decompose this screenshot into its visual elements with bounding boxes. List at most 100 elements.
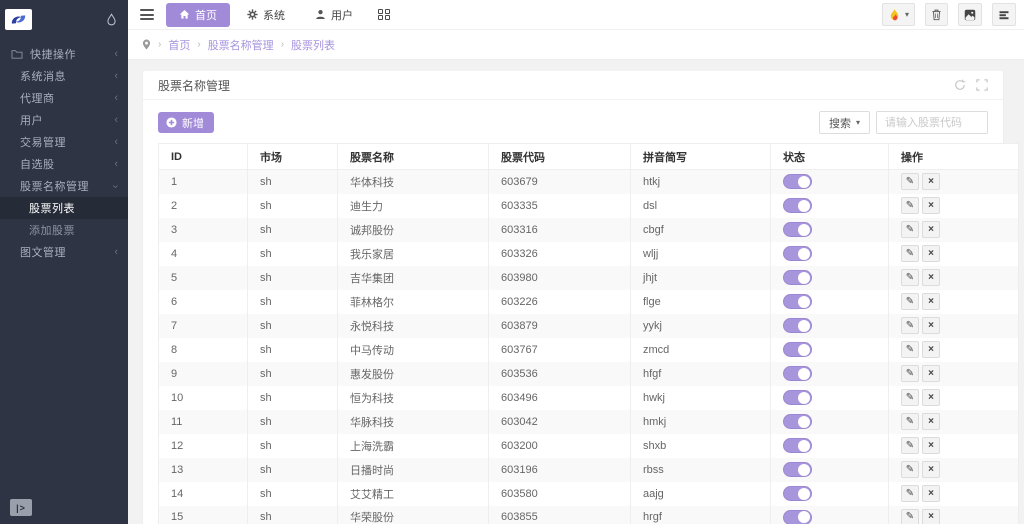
flame-theme-button[interactable]: ▾ <box>882 3 915 26</box>
edit-button[interactable]: ✎ <box>901 413 919 430</box>
toggle-knob <box>798 296 810 308</box>
status-toggle[interactable] <box>783 510 812 524</box>
column-header: 股票名称 <box>338 144 489 170</box>
delete-button[interactable]: × <box>922 413 940 430</box>
cell-pinyin: htkj <box>631 170 771 194</box>
delete-button[interactable]: × <box>922 341 940 358</box>
tab-system[interactable]: 系统 <box>234 3 298 27</box>
fullscreen-icon[interactable] <box>976 79 988 91</box>
delete-button[interactable]: × <box>922 317 940 334</box>
sidebar-menu-item[interactable]: 交易管理 ‹ <box>0 131 128 153</box>
cell-stock-name: 华荣股份 <box>338 506 489 524</box>
status-toggle[interactable] <box>783 486 812 501</box>
tab-home[interactable]: 首页 <box>166 3 230 27</box>
delete-button[interactable]: × <box>922 365 940 382</box>
delete-button[interactable]: × <box>922 485 940 502</box>
cell-pinyin: hrgf <box>631 506 771 524</box>
search-dropdown-button[interactable]: 搜索 ▾ <box>819 111 870 134</box>
cell-id: 14 <box>159 482 248 506</box>
stock-code-search-input[interactable] <box>876 111 988 134</box>
edit-button[interactable]: ✎ <box>901 341 919 358</box>
breadcrumb-link-home[interactable]: 首页 <box>168 37 190 53</box>
breadcrumb-link-stock-management[interactable]: 股票名称管理 <box>208 37 274 53</box>
sidebar-submenu-item[interactable]: 股票列表 <box>0 197 128 219</box>
edit-button[interactable]: ✎ <box>901 245 919 262</box>
add-stock-button[interactable]: 新增 <box>158 112 214 133</box>
cell-stock-name: 日播时尚 <box>338 458 489 482</box>
content-area: 股票名称管理 <box>128 61 1024 524</box>
sidebar-subitem-label: 股票列表 <box>29 200 75 216</box>
column-header: ID <box>159 144 248 170</box>
edit-button[interactable]: ✎ <box>901 221 919 238</box>
sidebar-menu-item[interactable]: 自选股 ‹ <box>0 153 128 175</box>
status-toggle[interactable] <box>783 414 812 429</box>
image-button[interactable] <box>958 3 982 26</box>
status-toggle[interactable] <box>783 270 812 285</box>
sidebar-collapse-button[interactable]: |> <box>10 499 32 516</box>
delete-button[interactable]: × <box>922 437 940 454</box>
sidebar-menu-item[interactable]: 系统消息 ‹ <box>0 65 128 87</box>
breadcrumb-link-stock-list[interactable]: 股票列表 <box>291 37 335 53</box>
sidebar-submenu-item[interactable]: 添加股票 <box>0 219 128 241</box>
delete-button[interactable]: × <box>922 509 940 524</box>
chevron-icon: ‹ <box>114 71 118 82</box>
cell-actions: ✎× <box>889 194 1019 218</box>
sidebar-menu-item[interactable]: 快捷操作 ‹ <box>0 43 128 65</box>
tab-user[interactable]: 用户 <box>302 3 366 27</box>
delete-button[interactable]: × <box>922 197 940 214</box>
delete-button[interactable]: × <box>922 221 940 238</box>
app-logo[interactable] <box>5 9 32 30</box>
sidebar-menu-item[interactable]: 图文管理 ‹ <box>0 241 128 263</box>
delete-button[interactable]: × <box>922 269 940 286</box>
tab-label: 系统 <box>263 7 285 23</box>
cell-actions: ✎× <box>889 314 1019 338</box>
status-toggle[interactable] <box>783 366 812 381</box>
navbar-actions: ▾ <box>882 3 1016 26</box>
status-toggle[interactable] <box>783 222 812 237</box>
delete-button[interactable]: × <box>922 293 940 310</box>
hamburger-menu-icon[interactable] <box>140 9 154 20</box>
search-group: 搜索 ▾ <box>819 111 988 134</box>
refresh-icon[interactable] <box>954 79 966 91</box>
status-toggle[interactable] <box>783 174 812 189</box>
edit-button[interactable]: ✎ <box>901 485 919 502</box>
cell-market: sh <box>248 266 338 290</box>
edit-button[interactable]: ✎ <box>901 509 919 524</box>
edit-button[interactable]: ✎ <box>901 365 919 382</box>
status-toggle[interactable] <box>783 294 812 309</box>
edit-button[interactable]: ✎ <box>901 173 919 190</box>
status-toggle[interactable] <box>783 246 812 261</box>
sidebar-menu-item[interactable]: 代理商 ‹ <box>0 87 128 109</box>
edit-button[interactable]: ✎ <box>901 461 919 478</box>
cell-pinyin: aajg <box>631 482 771 506</box>
edit-button[interactable]: ✎ <box>901 317 919 334</box>
delete-button[interactable]: × <box>922 245 940 262</box>
delete-button[interactable]: × <box>922 173 940 190</box>
status-toggle[interactable] <box>783 438 812 453</box>
edit-button[interactable]: ✎ <box>901 293 919 310</box>
sidebar-menu-item[interactable]: 用户 ‹ <box>0 109 128 131</box>
edit-button[interactable]: ✎ <box>901 437 919 454</box>
cell-stock-code: 603496 <box>489 386 631 410</box>
status-toggle[interactable] <box>783 318 812 333</box>
sidebar-menu-item[interactable]: 股票名称管理 ‹ <box>0 175 128 197</box>
delete-button[interactable]: × <box>922 389 940 406</box>
status-toggle[interactable] <box>783 198 812 213</box>
edit-button[interactable]: ✎ <box>901 389 919 406</box>
delete-button[interactable]: × <box>922 461 940 478</box>
panel-title: 股票名称管理 <box>158 77 230 94</box>
status-toggle[interactable] <box>783 342 812 357</box>
droplet-icon[interactable] <box>107 13 116 26</box>
list-button[interactable] <box>992 3 1016 26</box>
table-row: 15 sh 华荣股份 603855 hrgf ✎× <box>159 506 1019 524</box>
trash-button[interactable] <box>925 3 948 26</box>
edit-button[interactable]: ✎ <box>901 197 919 214</box>
edit-button[interactable]: ✎ <box>901 269 919 286</box>
cell-stock-name: 华体科技 <box>338 170 489 194</box>
apps-grid-icon[interactable] <box>378 9 390 21</box>
gear-icon <box>247 9 258 20</box>
table-toolbar: 新增 搜索 ▾ <box>143 111 1003 134</box>
status-toggle[interactable] <box>783 390 812 405</box>
status-toggle[interactable] <box>783 462 812 477</box>
cell-status <box>771 506 889 524</box>
